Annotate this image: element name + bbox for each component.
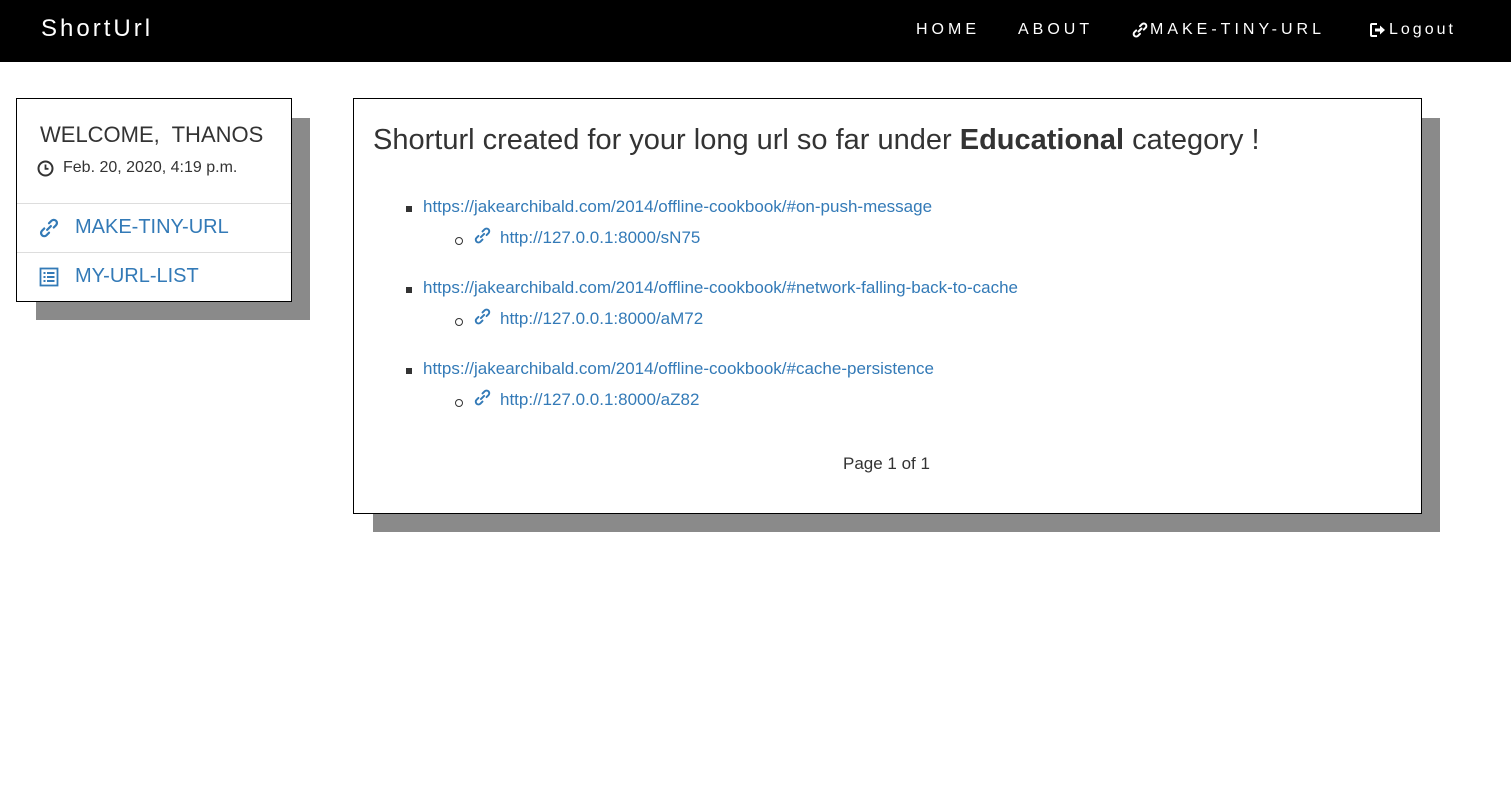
- pagination-text: Page 1 of 1: [843, 454, 930, 473]
- square-bullet: [406, 368, 412, 374]
- welcome-text: WELCOME, THANOS: [40, 122, 264, 147]
- long-url-link[interactable]: https://jakearchibald.com/2014/offline-c…: [423, 197, 932, 217]
- sidebar-item-label: MAKE-TINY-URL: [75, 216, 229, 238]
- circle-bullet: [455, 318, 463, 326]
- short-url-link[interactable]: http://127.0.0.1:8000/aM72: [500, 309, 703, 329]
- short-url-link[interactable]: http://127.0.0.1:8000/sN75: [500, 228, 700, 248]
- sidebar-item-my-url-list[interactable]: MY-URL-LIST: [17, 252, 291, 301]
- circle-bullet: [455, 237, 463, 245]
- short-url-link[interactable]: http://127.0.0.1:8000/aZ82: [500, 390, 699, 410]
- long-url-link[interactable]: https://jakearchibald.com/2014/offline-c…: [423, 359, 934, 379]
- long-url-link[interactable]: https://jakearchibald.com/2014/offline-c…: [423, 278, 1018, 298]
- heading-suffix: category !: [1124, 124, 1260, 156]
- nav-make-tiny-url-label: MAKE-TINY-URL: [1150, 21, 1325, 38]
- heading-prefix: Shorturl created for your long url so fa…: [373, 124, 960, 156]
- sidebar-panel: WELCOME, THANOS Feb. 20, 2020, 4:19 p.m.…: [16, 98, 292, 302]
- square-bullet: [406, 287, 412, 293]
- nav-home[interactable]: HOME: [916, 21, 980, 39]
- list-icon: [39, 267, 59, 293]
- nav-make-tiny-url[interactable]: MAKE-TINY-URL: [1132, 21, 1325, 39]
- link-icon: [39, 218, 59, 244]
- sidebar-item-make-tiny-url[interactable]: MAKE-TINY-URL: [17, 203, 291, 252]
- link-icon: [1132, 22, 1148, 38]
- link-icon: [474, 227, 491, 249]
- clock-icon: [37, 160, 54, 176]
- circle-bullet: [455, 399, 463, 407]
- nav-about[interactable]: ABOUT: [1018, 21, 1093, 39]
- category-name: Educational: [959, 124, 1125, 156]
- link-icon: [474, 389, 491, 411]
- nav-logout-label: Logout: [1389, 21, 1456, 38]
- datetime-row: Feb. 20, 2020, 4:19 p.m.: [37, 159, 237, 177]
- top-navbar: ShortUrl HOME ABOUT MAKE-TINY-URL Logout: [0, 0, 1511, 62]
- link-icon: [474, 308, 491, 330]
- sidebar-item-label: MY-URL-LIST: [75, 265, 199, 287]
- brand-logo[interactable]: ShortUrl: [41, 15, 153, 43]
- page-heading: Shorturl created for your long url so fa…: [373, 124, 1260, 157]
- square-bullet: [406, 206, 412, 212]
- datetime-text: Feb. 20, 2020, 4:19 p.m.: [63, 159, 238, 176]
- nav-logout[interactable]: Logout: [1369, 21, 1456, 39]
- main-panel: Shorturl created for your long url so fa…: [353, 98, 1422, 514]
- logout-icon: [1370, 23, 1385, 37]
